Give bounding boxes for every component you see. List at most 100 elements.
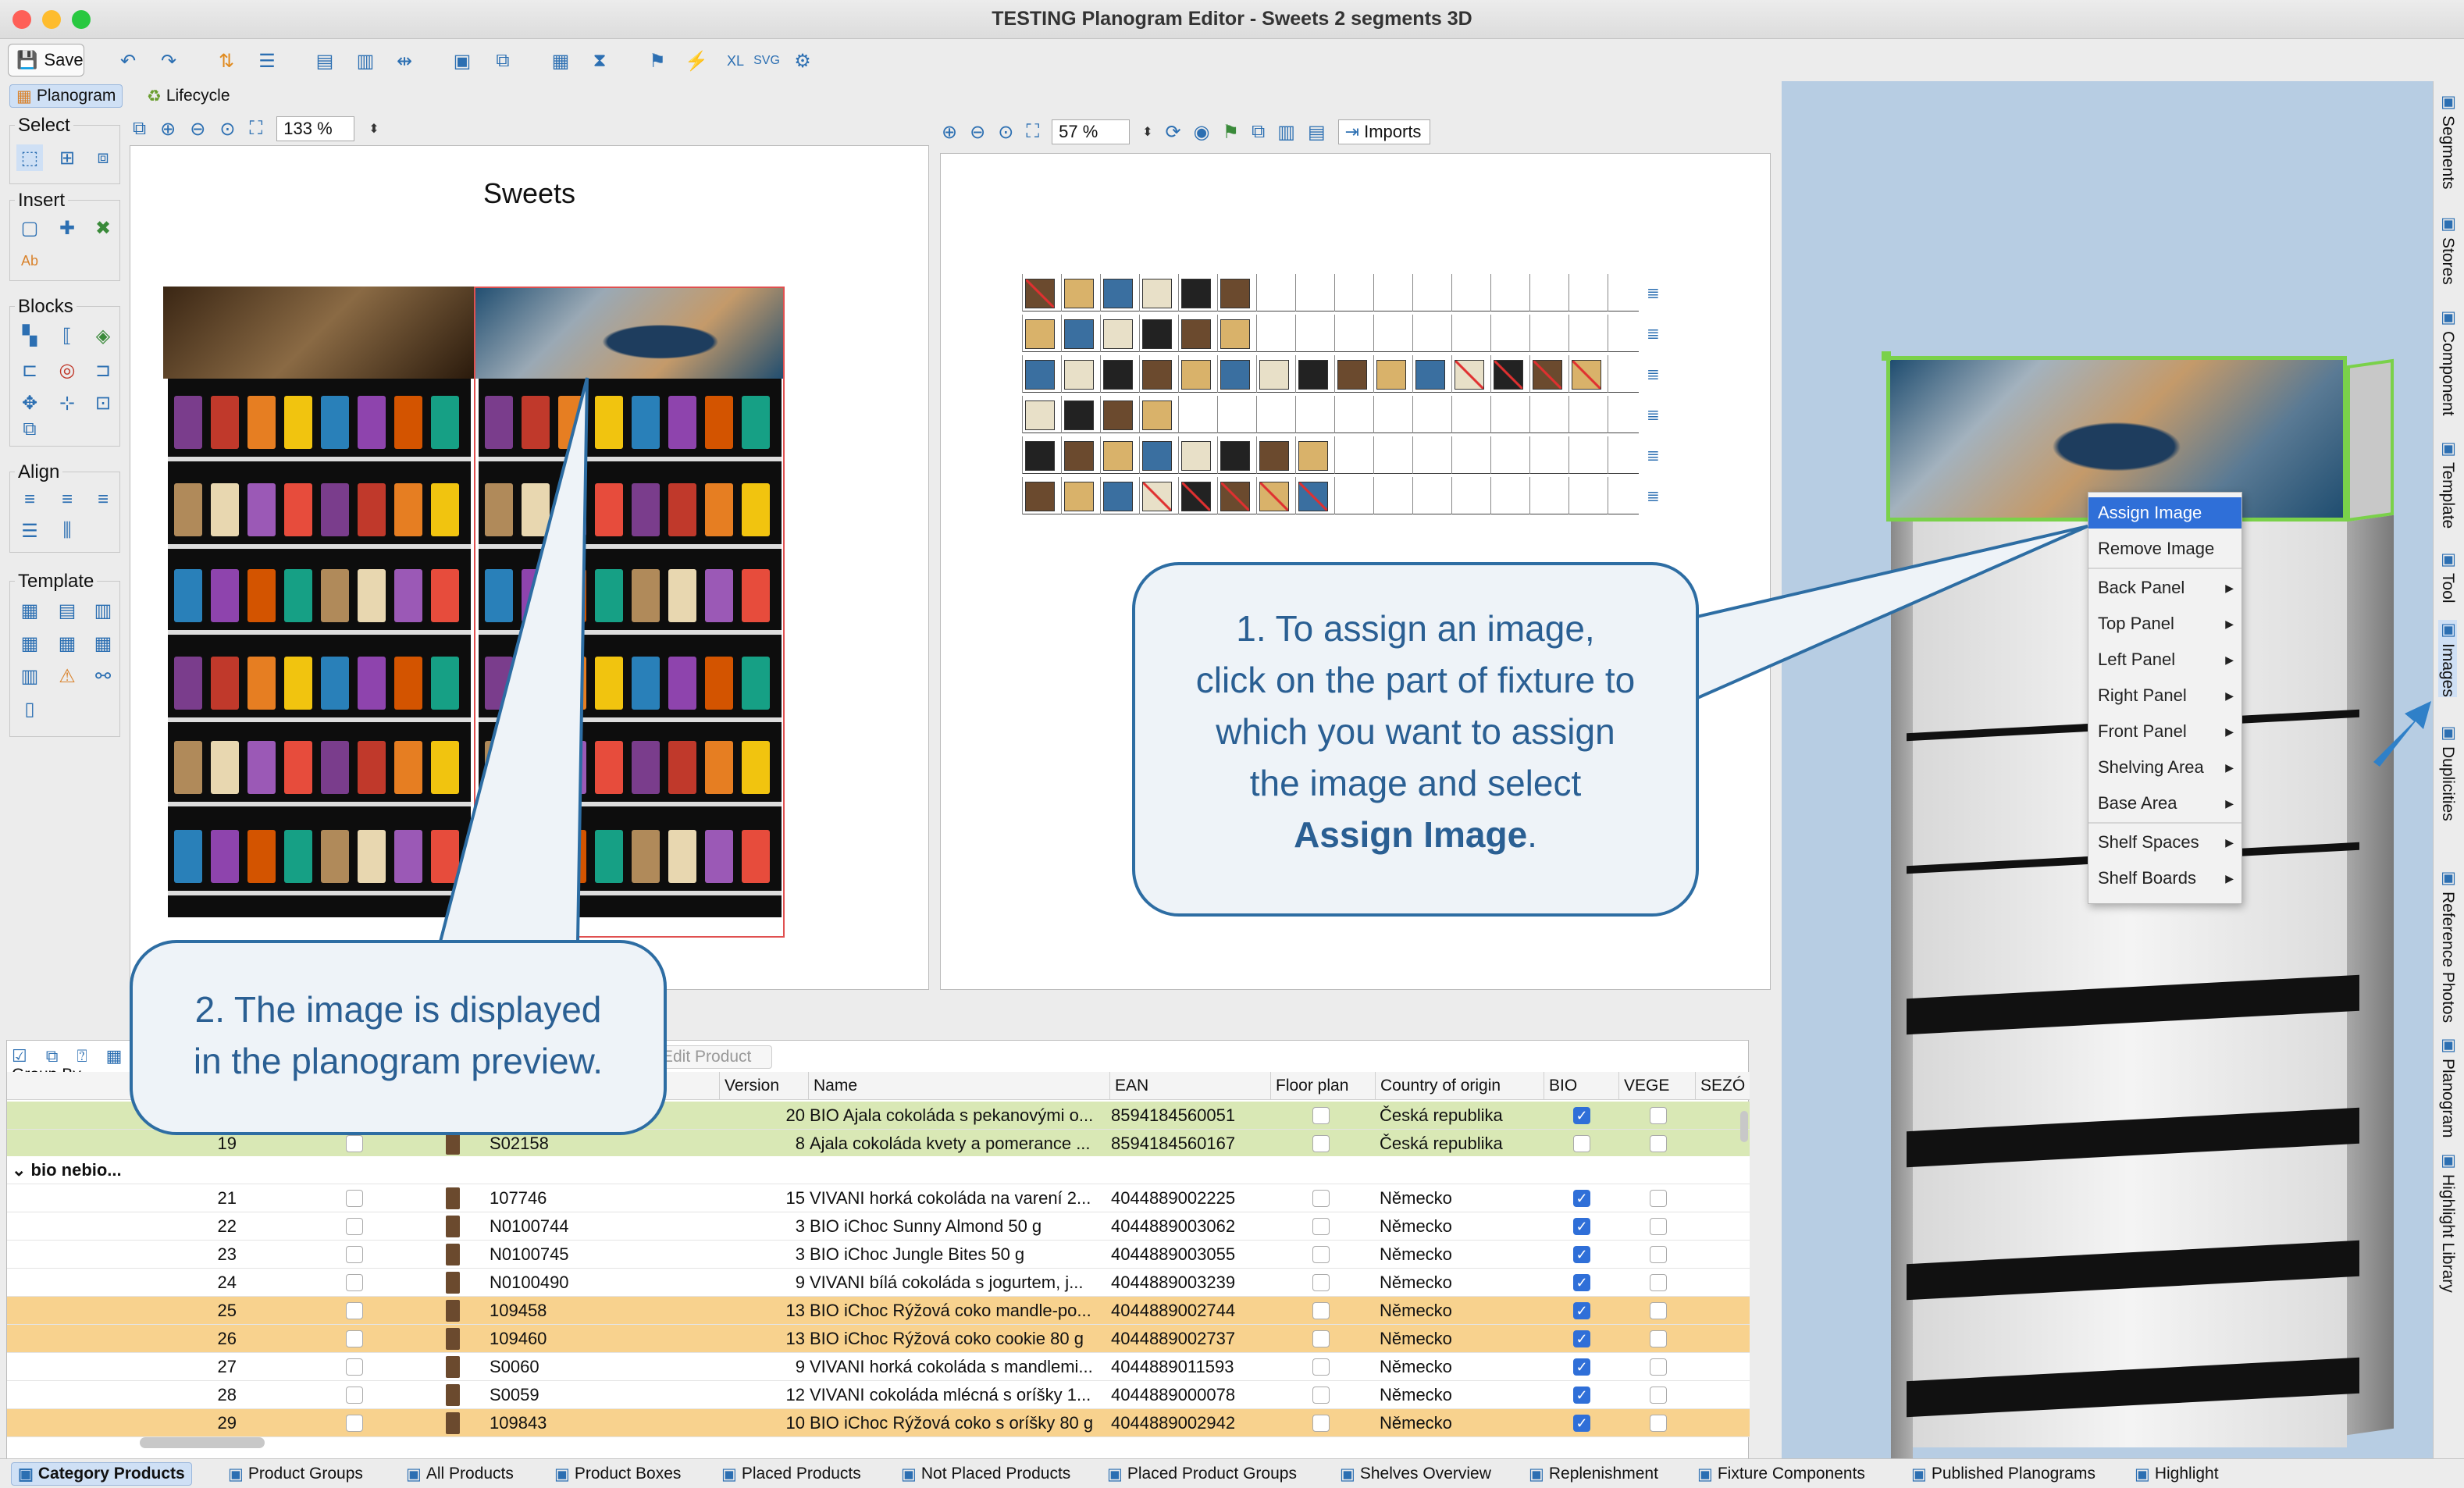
template-book-icon[interactable]: ▯ bbox=[16, 696, 43, 722]
row-menu-icon[interactable]: ≣ bbox=[1647, 324, 1660, 344]
menu-item-remove-image[interactable]: Remove Image bbox=[2088, 533, 2241, 564]
grid-product-cell[interactable] bbox=[1259, 360, 1289, 390]
left-zoom-field[interactable]: 133 % bbox=[276, 116, 355, 141]
floor-plan-checkbox[interactable] bbox=[1312, 1184, 1330, 1212]
menu-item-right-panel[interactable]: Right Panel ▶ bbox=[2088, 680, 2241, 711]
sidebar-tab-stores[interactable]: ▣ Stores bbox=[2438, 214, 2457, 285]
zoom-reset-icon[interactable]: ⊙ bbox=[998, 121, 1013, 144]
grid-product-cell[interactable] bbox=[1494, 360, 1523, 390]
zoom-stepper-icon[interactable]: ⬍ bbox=[1142, 124, 1152, 140]
checkbox[interactable] bbox=[1650, 1218, 1667, 1235]
grid-product-cell[interactable] bbox=[1181, 482, 1211, 511]
bottom-tab-placed-products[interactable]: ▣ Placed Products bbox=[715, 1462, 867, 1486]
row-select-checkbox[interactable] bbox=[346, 1325, 363, 1353]
bottom-tab-shelves-overview[interactable]: ▣ Shelves Overview bbox=[1333, 1462, 1497, 1486]
checkbox[interactable] bbox=[1312, 1135, 1330, 1152]
block-tree-icon[interactable]: ⊹ bbox=[54, 390, 80, 416]
row-select-checkbox[interactable] bbox=[346, 1269, 363, 1297]
checkbox[interactable] bbox=[1573, 1135, 1590, 1152]
vege-checkbox[interactable] bbox=[1650, 1241, 1667, 1269]
sidebar-tab-component[interactable]: ▣ Component bbox=[2438, 308, 2457, 416]
book-icon[interactable]: ▦ bbox=[545, 45, 576, 77]
selection-handle[interactable] bbox=[1882, 351, 1891, 361]
checkbox[interactable] bbox=[1312, 1218, 1330, 1235]
floor-plan-checkbox[interactable] bbox=[1312, 1130, 1330, 1158]
checkbox[interactable] bbox=[1312, 1246, 1330, 1263]
sidebar-tab-segments[interactable]: ▣ Segments bbox=[2438, 92, 2457, 190]
grid-product-cell[interactable] bbox=[1025, 441, 1055, 471]
menu-item-shelving-area[interactable]: Shelving Area ▶ bbox=[2088, 752, 2241, 783]
table-row[interactable]: 23 N0100745 3 BIO iChoc Jungle Bites 50 g 40… bbox=[7, 1241, 1750, 1269]
sidebar-tab-tool[interactable]: ▣ Tool bbox=[2438, 550, 2457, 603]
vege-checkbox[interactable] bbox=[1650, 1381, 1667, 1409]
bottom-tab-replenishment[interactable]: ▣ Replenishment bbox=[1522, 1462, 1665, 1486]
bottom-tab-category-products[interactable]: ▣ Category Products bbox=[11, 1462, 192, 1486]
row-select-checkbox[interactable] bbox=[346, 1297, 363, 1325]
vege-checkbox[interactable] bbox=[1650, 1102, 1667, 1130]
edit-product-button[interactable]: Edit Product bbox=[655, 1045, 772, 1069]
sidebar-tab-template[interactable]: ▣ Template bbox=[2438, 439, 2457, 529]
table-row[interactable]: 26 109460 13 BIO iChoc Rýžová coko cookie 8… bbox=[7, 1325, 1750, 1353]
checkbox[interactable] bbox=[346, 1387, 363, 1404]
select-area-icon[interactable]: ⊞ bbox=[54, 144, 80, 171]
row-menu-icon[interactable]: ≣ bbox=[1647, 486, 1660, 506]
row-menu-icon[interactable]: ≣ bbox=[1647, 283, 1660, 303]
grid-product-cell[interactable] bbox=[1064, 482, 1094, 511]
template-blocks-icon[interactable]: ▦ bbox=[90, 630, 116, 657]
checkbox[interactable] bbox=[1312, 1274, 1330, 1291]
row-select-checkbox[interactable] bbox=[346, 1212, 363, 1241]
grid-product-cell[interactable] bbox=[1572, 360, 1601, 390]
checkbox[interactable] bbox=[1650, 1330, 1667, 1347]
grid-product-cell[interactable] bbox=[1298, 441, 1328, 471]
row-menu-icon[interactable]: ≣ bbox=[1647, 405, 1660, 425]
mirror-icon[interactable]: ⧉ bbox=[487, 45, 518, 77]
floor-plan-checkbox[interactable] bbox=[1312, 1102, 1330, 1130]
template-rows-icon[interactable]: ▦ bbox=[16, 630, 43, 657]
checkbox[interactable] bbox=[346, 1415, 363, 1432]
horizontal-scrollbar[interactable] bbox=[140, 1437, 265, 1448]
checkbox-checked[interactable]: ✓ bbox=[1573, 1387, 1590, 1404]
column-header[interactable]: Country of origin bbox=[1375, 1072, 1501, 1100]
align-justify-icon[interactable]: ☰ bbox=[16, 518, 43, 544]
checkbox[interactable] bbox=[346, 1135, 363, 1152]
bio-checkbox[interactable]: ✓ bbox=[1573, 1325, 1590, 1353]
column-header[interactable]: BIO bbox=[1544, 1072, 1577, 1100]
grid-product-cell[interactable] bbox=[1064, 279, 1094, 308]
grid-product-cell[interactable] bbox=[1181, 360, 1211, 390]
fit-icon[interactable]: ▣ bbox=[447, 45, 478, 77]
checkbox-checked[interactable]: ✓ bbox=[1573, 1190, 1590, 1207]
checkbox[interactable] bbox=[1312, 1387, 1330, 1404]
grid-product-cell[interactable] bbox=[1455, 360, 1484, 390]
zoom-in-icon[interactable]: ⊕ bbox=[160, 118, 176, 141]
checkbox[interactable] bbox=[346, 1302, 363, 1319]
network-icon[interactable]: ⧗ bbox=[584, 45, 615, 77]
row-select-checkbox[interactable] bbox=[346, 1353, 363, 1381]
grid-product-cell[interactable] bbox=[1103, 319, 1133, 349]
spacing-icon[interactable]: ⇹ bbox=[389, 45, 420, 77]
align-columns-icon[interactable]: ⫼ bbox=[54, 518, 80, 544]
redo-icon[interactable]: ↷ bbox=[153, 45, 184, 77]
checkbox-checked[interactable]: ✓ bbox=[1573, 1358, 1590, 1376]
group-row[interactable]: ⌄ bio nebio... bbox=[7, 1156, 1750, 1184]
sidebar-tab-duplicities[interactable]: ▣ Duplicities bbox=[2438, 723, 2457, 821]
template-layout-icon[interactable]: ▥ bbox=[90, 597, 116, 624]
bio-checkbox[interactable]: ✓ bbox=[1573, 1269, 1590, 1297]
floor-plan-checkbox[interactable] bbox=[1312, 1241, 1330, 1269]
grid-product-cell[interactable] bbox=[1142, 400, 1172, 430]
block-target-icon[interactable]: ◎ bbox=[54, 357, 80, 383]
insert-shelf-icon[interactable]: ▢ bbox=[16, 215, 43, 241]
vege-checkbox[interactable] bbox=[1650, 1353, 1667, 1381]
checkbox[interactable] bbox=[1650, 1358, 1667, 1376]
vertical-scrollbar[interactable] bbox=[1740, 1111, 1748, 1142]
bio-checkbox[interactable]: ✓ bbox=[1573, 1297, 1590, 1325]
checkbox[interactable] bbox=[346, 1218, 363, 1235]
zoom-reset-icon[interactable]: ⊙ bbox=[219, 118, 235, 141]
checkbox[interactable] bbox=[1312, 1302, 1330, 1319]
floor-plan-checkbox[interactable] bbox=[1312, 1297, 1330, 1325]
table-row[interactable]: 21 107746 15 VIVANI horká cokoláda na varen… bbox=[7, 1184, 1750, 1212]
grid-product-cell[interactable] bbox=[1064, 360, 1094, 390]
rows-icon[interactable]: ☰ bbox=[251, 45, 283, 77]
tab-lifecycle[interactable]: ♻ Lifecycle bbox=[141, 84, 237, 108]
table-row[interactable]: 25 109458 13 BIO iChoc Rýžová coko mandle-p… bbox=[7, 1297, 1750, 1325]
grid-product-cell[interactable] bbox=[1142, 441, 1172, 471]
